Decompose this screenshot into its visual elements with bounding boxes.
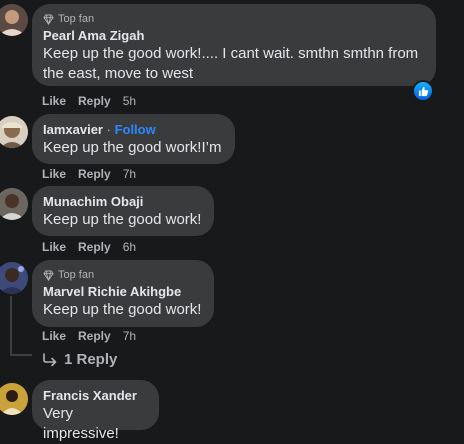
follow-button[interactable]: Follow [115, 122, 156, 137]
thread-line-curve [10, 354, 32, 356]
avatar[interactable] [0, 262, 28, 294]
comment-author[interactable]: Francis Xander [43, 387, 147, 404]
diamond-icon [43, 269, 54, 281]
comment-text: Keep up the good work! [43, 301, 202, 318]
comment-text-line: Keep up the good work!.... I cant wait. … [43, 45, 419, 62]
comment-bubble: Francis Xander Very impressive! [32, 380, 159, 442]
comment-bubble: Iamxavier · Follow Keep up the good work… [32, 114, 235, 164]
comment-text-line: the east, move to west [43, 65, 194, 82]
comment-author[interactable]: Pearl Ama Zigah [43, 27, 424, 44]
comment-text: Keep up the good work! [43, 211, 202, 228]
thread-line [10, 296, 12, 356]
reply-button[interactable]: Reply [78, 94, 111, 108]
comment-author-row: Iamxavier · Follow [43, 121, 223, 138]
separator: · [103, 122, 115, 137]
comment-actions: Like Reply 7h [42, 328, 136, 344]
comment-time[interactable]: 7h [123, 167, 136, 181]
reply-button[interactable]: Reply [78, 329, 111, 343]
comment-bubble: Top fan Pearl Ama Zigah Keep up the good… [32, 4, 436, 86]
comment-time[interactable]: 7h [123, 329, 136, 343]
comment-time[interactable]: 6h [123, 240, 136, 254]
badge-label: Top fan [58, 13, 95, 25]
comment-author[interactable]: Iamxavier [43, 122, 103, 137]
comment-bubble: Munachim Obaji Keep up the good work! [32, 186, 214, 236]
avatar[interactable] [0, 116, 28, 148]
comment-bubble: Top fan Marvel Richie Akihgbe Keep up th… [32, 260, 214, 327]
view-replies-link[interactable]: 1 Reply [42, 351, 117, 368]
avatar[interactable] [0, 188, 28, 220]
comment-time[interactable]: 5h [123, 94, 136, 108]
top-fan-badge: Top fan [43, 11, 424, 27]
reply-button[interactable]: Reply [78, 240, 111, 254]
like-button[interactable]: Like [42, 167, 66, 181]
diamond-icon [43, 13, 54, 25]
like-button[interactable]: Like [42, 329, 66, 343]
like-reaction-icon[interactable] [412, 80, 434, 102]
like-button[interactable]: Like [42, 94, 66, 108]
reply-arrow-icon [43, 352, 57, 366]
avatar[interactable] [0, 383, 28, 415]
badge-label: Top fan [58, 269, 95, 281]
like-button[interactable]: Like [42, 240, 66, 254]
comment-actions: Like Reply 7h [42, 166, 136, 182]
comment-text: Very impressive! [43, 405, 119, 442]
comment-text: Keep up the good work!I’m [43, 139, 222, 156]
comment-author[interactable]: Munachim Obaji [43, 193, 202, 210]
comment-author[interactable]: Marvel Richie Akihgbe [43, 283, 202, 300]
replies-count: 1 Reply [64, 351, 118, 368]
comment-actions: Like Reply 6h [42, 239, 136, 255]
reply-button[interactable]: Reply [78, 167, 111, 181]
top-fan-badge: Top fan [43, 267, 202, 283]
avatar[interactable] [0, 4, 28, 36]
comment-actions: Like Reply 5h [42, 93, 136, 109]
